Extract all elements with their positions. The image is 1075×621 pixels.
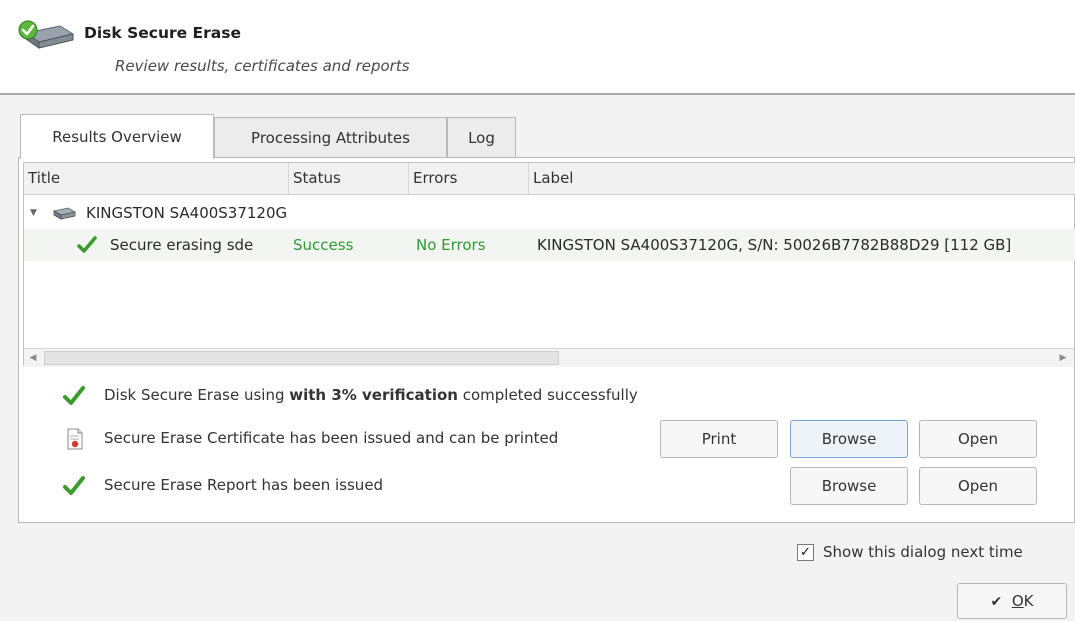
tab-log[interactable]: Log: [447, 117, 516, 157]
success-check-icon: [63, 386, 85, 405]
tab-results-overview[interactable]: Results Overview: [20, 114, 214, 159]
results-tree-table[interactable]: Title Status Errors Label ▼ KINGSTON SA4…: [23, 162, 1075, 367]
report-status-text: Secure Erase Report has been issued: [104, 476, 384, 494]
row-errors: No Errors: [416, 236, 486, 254]
summary-bold-text: with 3% verification: [289, 386, 458, 404]
column-header-status[interactable]: Status: [289, 163, 409, 194]
scroll-left-arrow-icon[interactable]: ◀: [24, 349, 42, 367]
success-check-icon: [77, 236, 97, 253]
row-title: Secure erasing sde: [110, 236, 254, 254]
dialog-header: Disk Secure Erase Review results, certif…: [0, 0, 1075, 95]
horizontal-scrollbar[interactable]: ◀ ▶: [24, 348, 1074, 367]
open-report-button[interactable]: Open: [919, 467, 1037, 505]
success-check-icon: [63, 476, 85, 495]
tab-label: Processing Attributes: [251, 128, 410, 147]
ok-button[interactable]: ✔ OK: [957, 583, 1067, 619]
row-label: KINGSTON SA400S37120G, S/N: 50026B7782B8…: [537, 236, 1012, 254]
dialog-title: Disk Secure Erase: [84, 24, 241, 42]
tab-label: Log: [468, 128, 495, 147]
dialog-subtitle: Review results, certificates and reports: [115, 57, 410, 75]
summary-text: Disk Secure Erase using: [104, 386, 290, 404]
table-row-device[interactable]: ▼ KINGSTON SA400S37120G: [24, 197, 1075, 229]
disk-check-icon: [18, 20, 74, 49]
certificate-icon: [67, 428, 83, 450]
tab-label: Results Overview: [52, 128, 182, 146]
hard-disk-icon: [52, 207, 76, 220]
summary-text: completed successfully: [457, 386, 638, 404]
open-certificate-button[interactable]: Open: [919, 420, 1037, 458]
ok-mnemonic: O: [1011, 592, 1024, 610]
show-dialog-label[interactable]: Show this dialog next time: [823, 543, 1023, 561]
ok-label: K: [1023, 592, 1034, 610]
scroll-right-arrow-icon[interactable]: ▶: [1054, 349, 1072, 367]
row-status: Success: [293, 236, 354, 254]
browse-certificate-button[interactable]: Browse: [790, 420, 908, 458]
checkmark-icon: ✔: [990, 594, 1003, 610]
column-header-title[interactable]: Title: [24, 163, 289, 194]
device-title: KINGSTON SA400S37120G: [86, 204, 288, 222]
table-header: Title Status Errors Label: [24, 163, 1075, 195]
tab-processing-attributes[interactable]: Processing Attributes: [214, 117, 447, 157]
verification-summary: Disk Secure Erase using with 3% verifica…: [104, 386, 638, 404]
table-row[interactable]: Secure erasing sde Success No Errors KIN…: [24, 229, 1075, 261]
browse-report-button[interactable]: Browse: [790, 467, 908, 505]
column-header-label[interactable]: Label: [529, 163, 1075, 194]
expand-arrow-icon[interactable]: ▼: [30, 197, 37, 229]
print-certificate-button[interactable]: Print: [660, 420, 778, 458]
certificate-status-text: Secure Erase Certificate has been issued…: [104, 429, 559, 447]
column-header-errors[interactable]: Errors: [409, 163, 529, 194]
scrollbar-thumb[interactable]: [44, 351, 559, 365]
show-dialog-checkbox[interactable]: ✓: [797, 544, 814, 561]
